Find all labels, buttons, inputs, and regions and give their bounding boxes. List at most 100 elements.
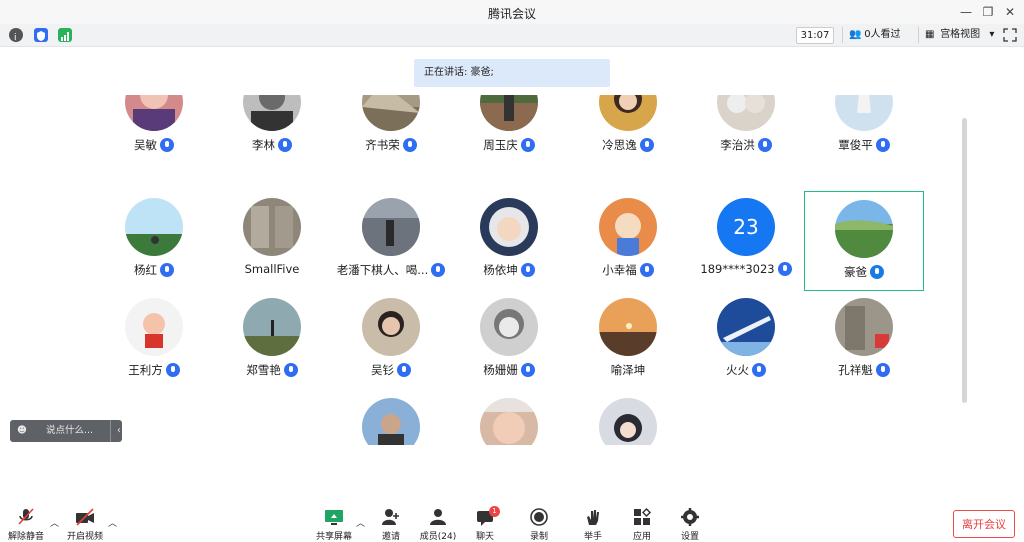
participant-tile[interactable]: 火火 (687, 290, 805, 388)
audio-options-chevron-icon[interactable]: ︿ (50, 516, 59, 529)
participant-tile[interactable]: 小幸福 (569, 190, 687, 288)
info-icon[interactable]: i (9, 28, 23, 43)
participant-tile[interactable]: 覃俊平 (805, 95, 923, 163)
raise-hand-label: 举手 (583, 532, 602, 542)
microphone-icon (757, 138, 772, 152)
participant-tile[interactable]: 李林 (213, 95, 331, 163)
leave-meeting-button[interactable]: 离开会议 (953, 510, 1015, 538)
share-screen-button[interactable]: 共享屏幕 (312, 508, 356, 542)
participant-name: 吴钐 (371, 363, 394, 377)
minimize-button[interactable]: — (956, 3, 976, 21)
participant-name: 齐书荣 (365, 138, 400, 152)
participant-name: 杨姗姗 (483, 363, 518, 377)
microphone-icon (520, 263, 535, 277)
chat-button[interactable]: 1 聊天 (463, 506, 507, 542)
participant-tile[interactable]: 23 189****3023 (687, 190, 805, 288)
participant-tile[interactable] (569, 390, 687, 445)
participant-tile-active-speaker[interactable]: 豪爸 (804, 191, 924, 291)
record-label: 录制 (529, 532, 548, 542)
participant-name: 189****3023 (700, 262, 775, 276)
participant-tile[interactable]: 杨红 (95, 190, 213, 288)
users-icon: 👥 (849, 29, 862, 40)
apps-button[interactable]: 应用 (620, 508, 664, 542)
restore-button[interactable]: ❐ (978, 3, 998, 21)
record-button[interactable]: 录制 (517, 508, 561, 542)
quick-chat-bar[interactable]: ☻ 说点什么... ‹ (10, 420, 122, 442)
participant-tile[interactable]: 周玉庆 (450, 95, 568, 163)
participant-tile[interactable]: 郑雪艳 (213, 290, 331, 388)
video-options-chevron-icon[interactable]: ︿ (108, 516, 117, 529)
microphone-icon (777, 262, 792, 276)
view-mode-label: 宫格视图 (940, 29, 981, 40)
participant-name: 李治洪 (720, 138, 755, 152)
settings-button[interactable]: 设置 (668, 508, 712, 542)
fullscreen-icon[interactable] (1003, 27, 1017, 42)
participant-tile[interactable] (332, 390, 450, 445)
participant-tile[interactable] (450, 390, 568, 445)
avatar (125, 95, 183, 131)
record-icon (530, 508, 548, 526)
invite-button[interactable]: 邀请 (369, 508, 413, 542)
participant-tile[interactable]: SmallFive (213, 190, 331, 288)
participant-tile[interactable]: 杨依坤 (450, 190, 568, 288)
bottom-toolbar: 解除静音 ︿ 开启视频 ︿ 共享屏幕 ︿ 邀请 成员(24) 1 聊天 录制 举… (0, 500, 1024, 542)
members-button[interactable]: 成员(24) (416, 508, 460, 542)
avatar (480, 398, 538, 445)
avatar (362, 298, 420, 356)
participant-tile[interactable]: 孔祥魁 (805, 290, 923, 388)
participant-tile[interactable]: 老潘下棋人、喝... (332, 190, 450, 288)
microphone-icon (402, 138, 417, 152)
participant-name: SmallFive (244, 262, 300, 276)
avatar (717, 298, 775, 356)
participant-tile[interactable]: 齐书荣 (332, 95, 450, 163)
view-mode-dropdown[interactable]: ▦ 宫格视图 ▾ (918, 27, 994, 43)
participant-tile[interactable]: 喻泽坤 (569, 290, 687, 388)
participant-tile[interactable]: 吴钐 (332, 290, 450, 388)
members-label: 成员(24) (419, 532, 457, 542)
avatar (717, 95, 775, 131)
start-video-button[interactable]: 开启视频 (63, 508, 107, 542)
grid-scrollbar[interactable] (962, 118, 967, 403)
participant-tile[interactable]: 王利方 (95, 290, 213, 388)
participant-tile[interactable]: 冷思逸 (569, 95, 687, 163)
participant-tile[interactable]: 吴敏 (95, 95, 213, 163)
participant-name: 冷思逸 (602, 138, 637, 152)
participant-tile[interactable]: 杨姗姗 (450, 290, 568, 388)
apps-icon (634, 508, 652, 525)
microphone-icon (160, 263, 174, 277)
avatar (835, 298, 893, 356)
microphone-icon (431, 263, 446, 277)
chat-input[interactable]: 说点什么... (46, 420, 93, 442)
avatar (480, 95, 538, 131)
participant-name: 杨红 (134, 263, 157, 277)
members-icon (430, 509, 446, 525)
avatar (362, 95, 420, 131)
emoji-icon[interactable]: ☻ (17, 420, 27, 442)
avatar: 23 (717, 198, 775, 256)
close-button[interactable]: ✕ (1000, 3, 1020, 21)
share-screen-icon (325, 510, 343, 525)
chevron-left-icon[interactable]: ‹ (110, 420, 121, 442)
share-options-chevron-icon[interactable]: ︿ (356, 516, 365, 529)
unmute-button[interactable]: 解除静音 (4, 508, 48, 542)
microphone-icon (278, 138, 292, 152)
security-shield-icon[interactable] (34, 28, 48, 42)
microphone-icon (875, 363, 890, 377)
avatar (362, 398, 420, 445)
meeting-timer: 31:07 (796, 27, 834, 44)
avatar (599, 298, 657, 356)
participant-tile[interactable]: 李治洪 (687, 95, 805, 163)
add-user-icon (382, 509, 399, 525)
invite-label: 邀请 (381, 532, 400, 542)
gear-icon (681, 508, 699, 526)
status-bar: i 31:07 👥 0人看过 ▦ 宫格视图 ▾ (0, 24, 1024, 47)
viewers-label: 0人看过 (864, 29, 901, 40)
microphone-speaking-icon (870, 265, 884, 279)
avatar (835, 95, 893, 131)
viewers-count[interactable]: 👥 0人看过 (842, 27, 901, 43)
avatar (480, 198, 538, 256)
participant-name: 覃俊平 (838, 138, 873, 152)
microphone-icon (752, 363, 766, 377)
raise-hand-button[interactable]: 举手 (571, 508, 615, 542)
signal-icon[interactable] (58, 28, 72, 42)
